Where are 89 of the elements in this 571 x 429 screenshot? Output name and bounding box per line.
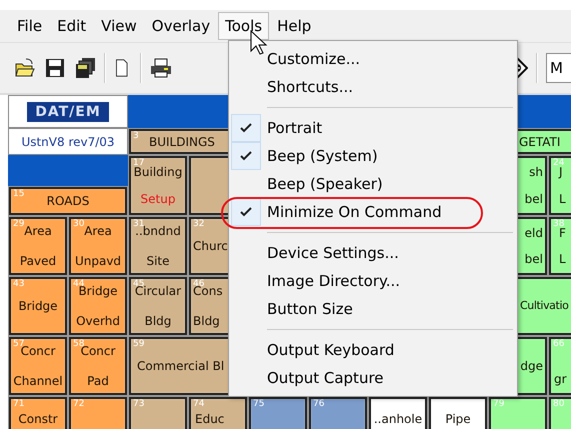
- panel-button[interactable]: 66 gr: [549, 337, 571, 395]
- panel-button[interactable]: Pipe: [429, 397, 487, 429]
- button-number: 74: [193, 399, 204, 409]
- button-label: J: [559, 165, 563, 180]
- button-label: ROADS: [46, 193, 90, 209]
- save-all-icon[interactable]: [74, 57, 96, 79]
- check-icon: [240, 123, 252, 133]
- button-number: 75: [253, 399, 264, 409]
- button-label: GETATI: [519, 134, 560, 150]
- menu-item[interactable]: Tools: [218, 12, 270, 40]
- version-label: UstnV8 rev7/03: [8, 128, 128, 155]
- button-number: 76: [313, 399, 324, 409]
- button-label: Building: [134, 165, 182, 180]
- button-label: ..anhole: [374, 411, 422, 427]
- button-number: 31: [133, 219, 144, 229]
- button-label: Bldg: [193, 313, 220, 329]
- panel-button[interactable]: 24 J L: [549, 156, 571, 215]
- button-number: 17: [133, 158, 144, 168]
- button-label: Site: [146, 253, 170, 269]
- button-label: Area: [84, 223, 112, 239]
- menu-item[interactable]: View: [94, 12, 144, 40]
- panel-button[interactable]: 58Concr Pad: [69, 337, 127, 395]
- button-number: 38: [553, 219, 564, 229]
- panel-button[interactable]: 45 Circular Bldg: [129, 277, 187, 335]
- panel-button[interactable]: 57Concr Channel: [9, 337, 67, 395]
- button-number: 29: [13, 219, 24, 229]
- button-label: Overhd: [76, 313, 120, 329]
- button-number: 71: [13, 399, 24, 409]
- panel-button[interactable]: 44Bridge Overhd: [69, 277, 127, 335]
- button-number: 30: [73, 219, 84, 229]
- panel-button[interactable]: 43 Bridge: [9, 277, 67, 335]
- menu-item[interactable]: Edit: [50, 12, 94, 40]
- button-label: Bridge: [78, 284, 118, 299]
- button-number: 24: [553, 158, 564, 168]
- button-label: Educ: [195, 411, 224, 427]
- button-label: F: [559, 226, 566, 241]
- button-label: L: [559, 251, 566, 267]
- panel-button[interactable]: 38 F L: [549, 217, 571, 275]
- button-label: gr: [554, 371, 567, 387]
- button-label: Pipe: [445, 411, 471, 427]
- menu-option[interactable]: Shortcuts...: [229, 73, 517, 101]
- button-number: 72: [73, 399, 84, 409]
- panel-button[interactable]: ..anhole: [369, 397, 427, 429]
- button-label: sh: [529, 164, 543, 180]
- button-number: 73: [133, 399, 144, 409]
- menu-option[interactable]: Customize...: [229, 45, 517, 73]
- check-icon: [240, 151, 252, 161]
- button-note: Setup: [140, 191, 176, 207]
- button-number: 15: [13, 189, 24, 199]
- logo: DAT/EM: [27, 102, 109, 122]
- button-label: Bldg: [144, 313, 172, 329]
- panel-button[interactable]: 74 Educ: [189, 397, 247, 429]
- button-label: Constr: [18, 411, 58, 427]
- folder-open-icon[interactable]: [14, 57, 36, 79]
- menu-item[interactable]: File: [10, 12, 50, 40]
- button-label: dge: [520, 358, 543, 374]
- check-icon: [240, 207, 252, 217]
- panel-button[interactable]: 17 Building Setup: [129, 156, 187, 215]
- button-label: Commercial Bl: [137, 358, 224, 374]
- button-label: Area: [24, 223, 52, 239]
- button-label: bel: [524, 251, 543, 267]
- button-label: BUILDINGS: [149, 134, 215, 150]
- button-label: Pad: [87, 373, 109, 389]
- button-label: Channel: [13, 373, 63, 389]
- button-label: bel: [524, 191, 543, 207]
- button-number: 66: [553, 339, 564, 349]
- button-number: 80: [553, 399, 564, 409]
- button-label: Bridge: [18, 298, 58, 314]
- button-label: L: [559, 191, 566, 207]
- button-label: Paved: [20, 253, 56, 269]
- button-number: 79: [493, 399, 504, 409]
- panel-button[interactable]: 31 ..bndnd Site: [129, 217, 187, 275]
- panel-button[interactable]: 15 ROADS: [9, 187, 127, 215]
- button-number: 59: [133, 339, 144, 349]
- button-label: Concr: [20, 344, 56, 359]
- button-number: 43: [13, 279, 24, 289]
- button-label: eld: [524, 225, 543, 241]
- input-field[interactable]: M: [546, 53, 571, 83]
- button-number: 3: [133, 131, 139, 141]
- menu-item[interactable]: Overlay: [144, 12, 218, 40]
- printer-icon[interactable]: [150, 57, 172, 79]
- panel-button[interactable]: 71 Constr: [9, 397, 67, 429]
- button-label: Unpavd: [74, 253, 122, 269]
- save-icon[interactable]: [44, 57, 66, 79]
- button-label: Cultivatio: [520, 298, 568, 314]
- menu-item[interactable]: Help: [270, 12, 318, 40]
- button-label: Churc: [193, 238, 228, 254]
- button-number: 32: [193, 219, 204, 229]
- pointer-icon: [250, 30, 268, 56]
